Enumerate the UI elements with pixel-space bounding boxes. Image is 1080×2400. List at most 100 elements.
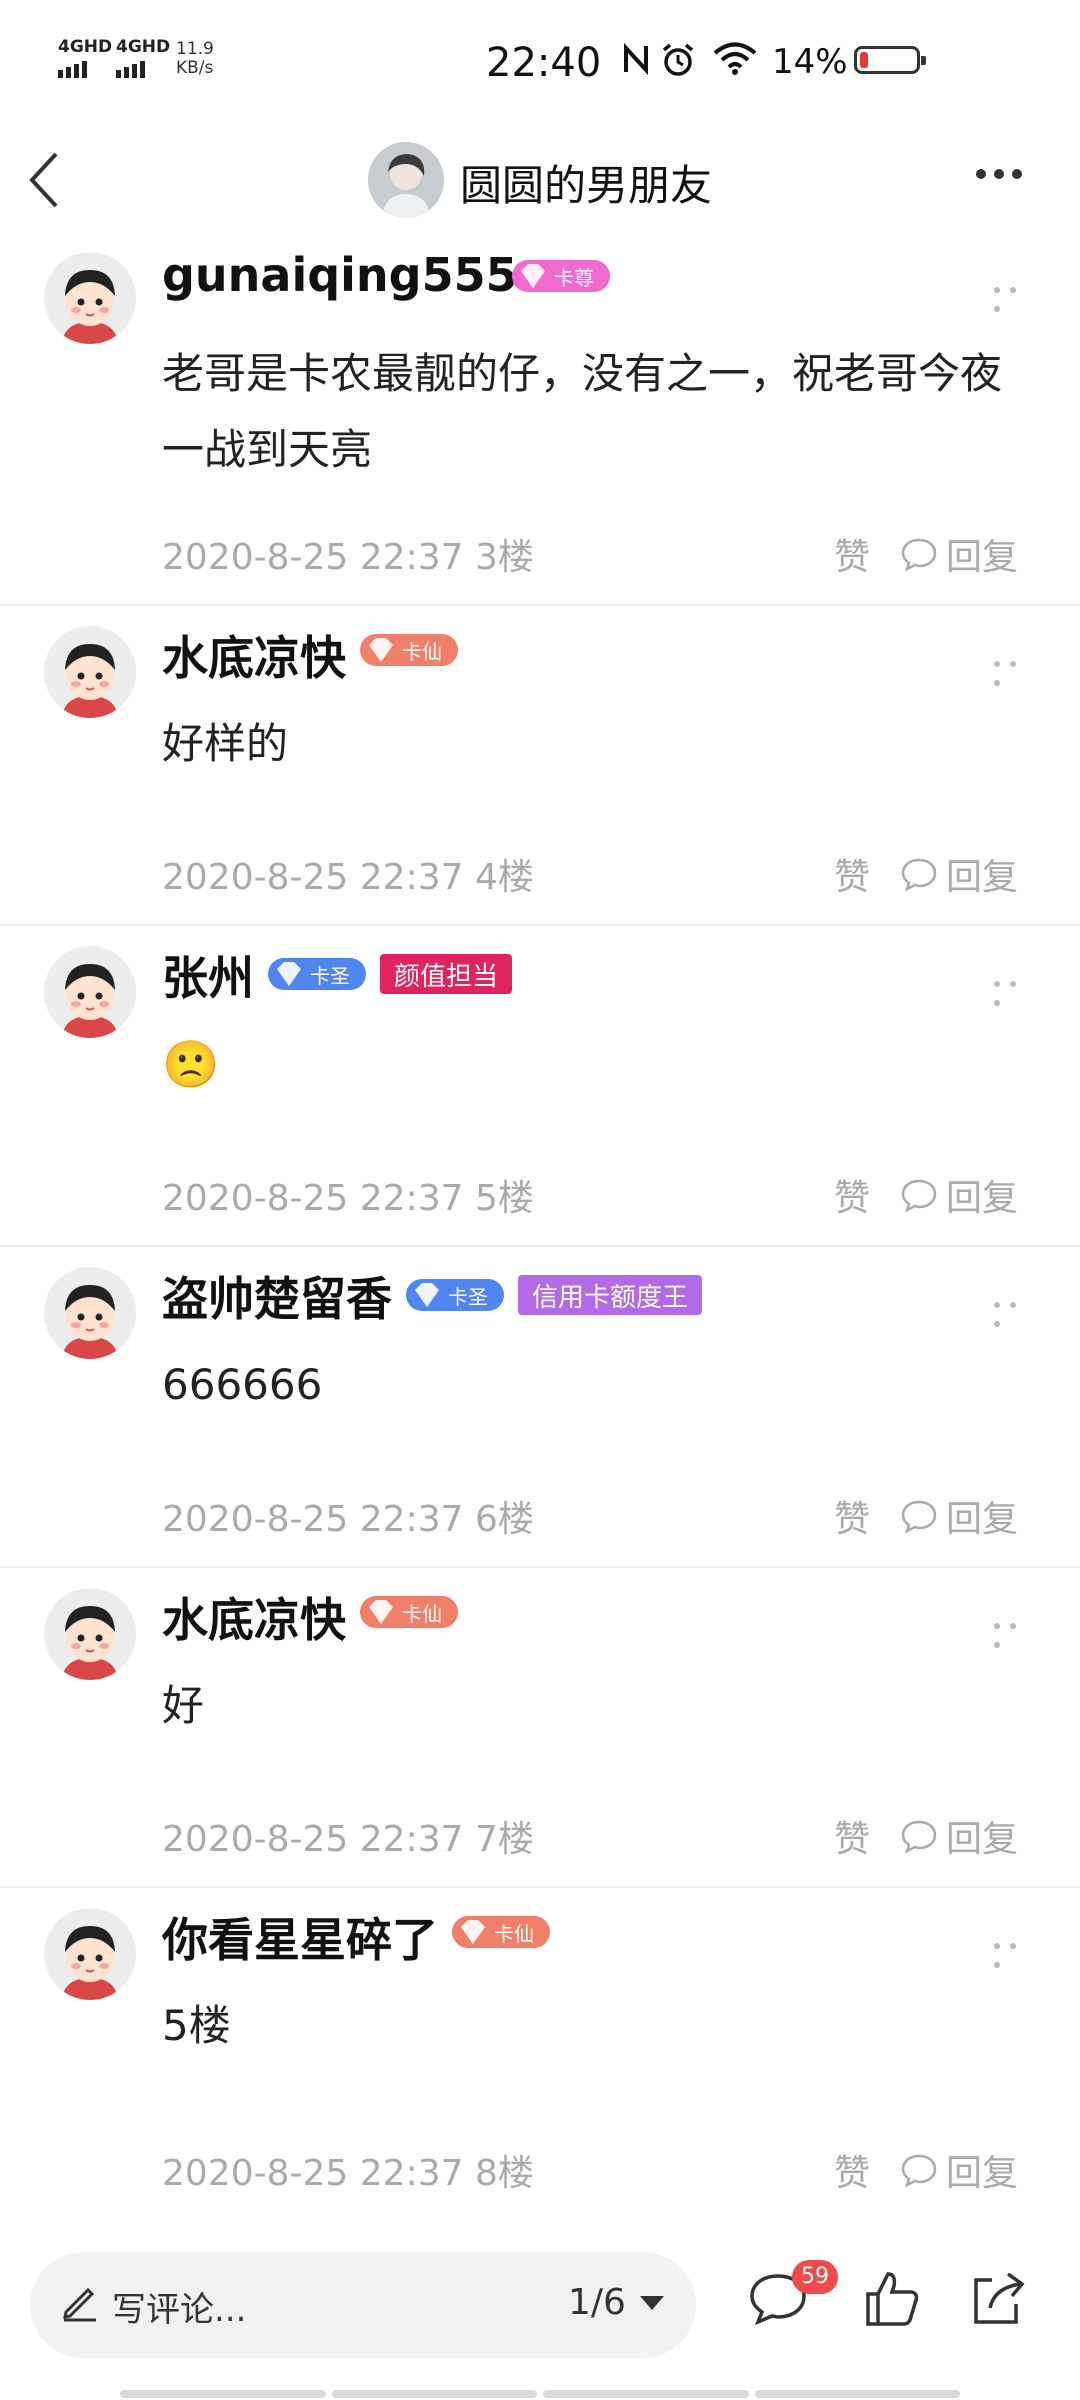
default-avatar-icon [44, 1908, 136, 2000]
reply-button[interactable]: 回复 [900, 1810, 1018, 1862]
comment-item[interactable]: 你看星星碎了 卡仙 5楼 2020-8-25 22:37 8楼 赞 回复 [0, 1886, 1080, 2222]
comment-more-icon[interactable] [994, 652, 1038, 686]
level-badge: 卡圣 [406, 1279, 504, 1311]
like-button[interactable]: 赞 [834, 2144, 870, 2196]
comment-item[interactable]: 水底凉快 卡仙 好样的 2020-8-25 22:37 4楼 赞 回复 [0, 604, 1080, 926]
comment-floor: 8楼 [474, 2153, 534, 2194]
reply-bubble-icon [901, 1820, 937, 1854]
level-gem-icon [369, 638, 393, 662]
reply-button[interactable]: 回复 [900, 848, 1018, 900]
user-avatar[interactable] [44, 1267, 136, 1359]
user-avatar[interactable] [44, 626, 136, 718]
user-avatar[interactable] [44, 1588, 136, 1680]
pen-icon [63, 2287, 96, 2322]
level-label: 卡仙 [494, 1921, 534, 1946]
share-icon[interactable] [966, 2266, 1030, 2330]
comment-date: 2020-8-25 22:37 [162, 1178, 464, 1219]
user-name[interactable]: gunaiqing555 [162, 248, 518, 302]
comment-item[interactable]: gunaiqing555 卡尊 老哥是卡农最靓的仔，没有之一，祝老哥今夜一战到天亮 2… [0, 230, 1080, 606]
comment-item[interactable]: 盗帅楚留香 卡圣 信用卡额度王 666666 2020-8-25 22:37 6楼 赞 回复 [0, 1245, 1080, 1568]
page-selector[interactable]: 1/6 [568, 2282, 664, 2323]
level-label: 卡仙 [402, 639, 442, 664]
user-badges: 卡圣 颜值担当 [268, 954, 513, 994]
comment-text: 5楼 [162, 2001, 231, 2050]
comment-item[interactable]: 水底凉快 卡仙好 2020-8-25 22:37 7楼 赞 回复 [0, 1566, 1080, 1888]
user-avatar[interactable] [44, 252, 136, 344]
nfc-icon [624, 42, 648, 76]
reply-label: 回复 [946, 2153, 1019, 2194]
reply-button[interactable]: 回复 [900, 1169, 1018, 1221]
level-label: 卡尊 [554, 265, 594, 290]
title-bar: 圆圆的男朋友 [0, 130, 1080, 230]
like-button[interactable]: 赞 [834, 1169, 870, 1221]
sim1-signal: 4GHD [58, 38, 112, 78]
comment-text: 666666 [162, 1360, 323, 1409]
reply-button[interactable]: 回复 [900, 2144, 1018, 2196]
comment-text: 好 [162, 1681, 205, 1730]
level-badge: 卡仙 [452, 1916, 550, 1948]
network-speed-value: 11.9 [176, 39, 214, 59]
author-avatar[interactable] [368, 142, 444, 218]
level-badge: 卡圣 [268, 958, 366, 990]
level-label: 卡圣 [310, 963, 350, 988]
comment-more-icon[interactable] [994, 1934, 1038, 1968]
comment-placeholder: 写评论... [112, 2290, 247, 2330]
user-avatar[interactable] [44, 1908, 136, 2000]
user-badges: 卡仙 [452, 1916, 550, 1948]
reply-button[interactable]: 回复 [900, 1490, 1018, 1542]
like-button[interactable]: 赞 [834, 848, 870, 900]
alarm-icon [662, 43, 694, 76]
reply-button[interactable]: 回复 [900, 528, 1018, 580]
level-gem-icon [415, 1283, 439, 1307]
like-button[interactable]: 赞 [834, 528, 870, 580]
level-gem-icon [461, 1920, 485, 1944]
comment-floor: 6楼 [474, 1499, 534, 1540]
level-badge: 卡仙 [360, 1596, 458, 1628]
comment-date: 2020-8-25 22:37 [162, 857, 464, 898]
sim2-label: 4GHD [116, 37, 171, 57]
reply-bubble-icon [901, 2154, 937, 2188]
user-name[interactable]: 水底凉快 [162, 622, 346, 688]
comment-floor: 5楼 [474, 1178, 534, 1219]
default-avatar-icon [44, 1267, 136, 1359]
signal-bars-icon [116, 60, 170, 78]
comment-count-badge: 59 [792, 2260, 838, 2294]
comment-more-icon[interactable] [994, 1293, 1038, 1327]
bottom-bar: 写评论... 1/6 59 [0, 2220, 1080, 2400]
user-badges: 卡仙 [360, 634, 458, 666]
network-speed-unit: KB/s [176, 58, 214, 78]
comment-item[interactable]: 张州 卡圣 颜值担当 🙁 2020-8-25 22:37 5楼 赞 回复 [0, 924, 1080, 1247]
like-button[interactable]: 赞 [834, 1490, 870, 1542]
network-speed: 11.9 KB/s [176, 40, 214, 78]
comment-date: 2020-8-25 22:37 [162, 537, 464, 578]
like-button[interactable]: 赞 [834, 1810, 870, 1862]
comment-more-icon[interactable] [994, 278, 1038, 312]
comment-floor: 3楼 [474, 537, 534, 578]
back-arrow-icon[interactable] [24, 148, 64, 212]
user-name[interactable]: 水底凉快 [162, 1584, 346, 1650]
level-gem-icon [521, 264, 545, 288]
comment-more-icon[interactable] [994, 972, 1038, 1006]
comment-floor: 4楼 [474, 857, 534, 898]
like-thumb-icon[interactable] [860, 2266, 924, 2330]
battery-percent: 14% [772, 42, 848, 82]
comment-date: 2020-8-25 22:37 [162, 2153, 464, 2194]
user-name[interactable]: 盗帅楚留香 [162, 1263, 392, 1329]
dropdown-triangle-icon [639, 2295, 664, 2310]
reply-bubble-icon [901, 1179, 937, 1213]
reply-label: 回复 [946, 537, 1019, 578]
wifi-icon [713, 42, 757, 75]
comment-more-icon[interactable] [994, 1614, 1038, 1648]
reply-label: 回复 [946, 857, 1019, 898]
comment-input[interactable]: 写评论... 1/6 [30, 2252, 696, 2358]
reply-label: 回复 [946, 1178, 1019, 1219]
comment-meta: 2020-8-25 22:37 8楼 [162, 2144, 534, 2196]
user-avatar[interactable] [44, 946, 136, 1038]
more-options-icon[interactable] [976, 164, 1036, 194]
default-avatar-icon [44, 1588, 136, 1680]
sim1-label: 4GHD [58, 37, 113, 57]
user-name[interactable]: 你看星星碎了 [162, 1904, 438, 1970]
user-badges: 卡尊 [512, 260, 610, 292]
reply-bubble-icon [901, 1500, 937, 1534]
user-name[interactable]: 张州 [162, 942, 254, 1008]
